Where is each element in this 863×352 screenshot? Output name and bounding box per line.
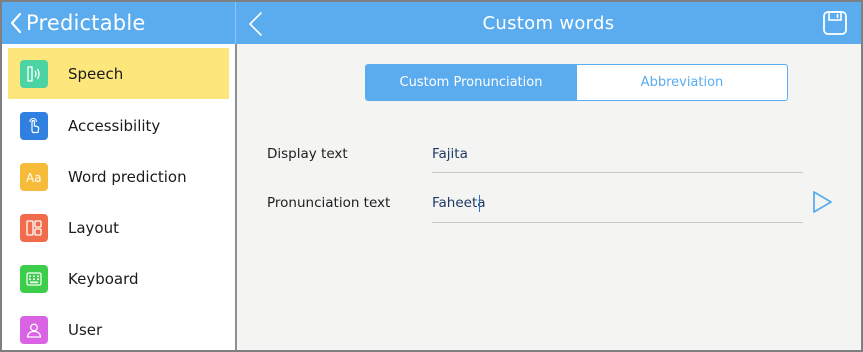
sidebar-item-word-prediction[interactable]: Aa Word prediction [8, 151, 229, 202]
keyboard-icon [20, 264, 48, 293]
pronunciation-text-underline [432, 222, 803, 223]
pronunciation-text-input[interactable] [432, 194, 803, 212]
sidebar-item-layout[interactable]: Layout [8, 202, 229, 253]
top-bar: Predictable Custom words [2, 2, 861, 44]
app-window: Predictable Custom words Speech Accessib… [0, 0, 863, 352]
back-chevron-icon[interactable] [246, 10, 264, 38]
tab-abbreviation[interactable]: Abbreviation [576, 65, 787, 100]
svg-text:Aa: Aa [26, 171, 42, 185]
main-panel: Custom Pronunciation Abbreviation Displa… [237, 44, 861, 350]
text-caret [479, 195, 480, 212]
speech-icon [20, 59, 48, 88]
sidebar-item-accessibility[interactable]: Accessibility [8, 100, 229, 151]
sidebar-item-label: Layout [68, 218, 119, 237]
user-icon [20, 315, 48, 344]
sidebar-item-label: Speech [68, 64, 124, 83]
sidebar: Speech Accessibility Aa Word prediction [2, 44, 235, 350]
pronunciation-text-label: Pronunciation text [267, 195, 391, 211]
app-back-button[interactable]: Predictable [8, 8, 145, 38]
sidebar-item-user[interactable]: User [8, 304, 229, 350]
tab-custom-pronunciation[interactable]: Custom Pronunciation [366, 65, 576, 100]
sidebar-item-label: Keyboard [68, 269, 139, 288]
sidebar-item-speech[interactable]: Speech [8, 48, 229, 99]
display-text-label: Display text [267, 146, 348, 162]
touch-hand-icon [20, 111, 48, 140]
page-title: Custom words [482, 12, 615, 34]
sidebar-item-keyboard[interactable]: Keyboard [8, 253, 229, 304]
play-icon[interactable] [810, 189, 834, 215]
sidebar-item-label: Accessibility [68, 116, 161, 135]
text-aa-icon: Aa [20, 162, 48, 191]
save-icon[interactable] [822, 10, 848, 36]
sidebar-item-label: Word prediction [68, 167, 187, 186]
sidebar-item-label: User [68, 320, 103, 339]
segmented-control: Custom Pronunciation Abbreviation [365, 64, 788, 101]
display-text-input[interactable] [432, 145, 803, 163]
app-back-label: Predictable [26, 11, 146, 35]
chevron-left-icon [10, 12, 22, 34]
display-text-underline [432, 172, 803, 173]
layout-icon [20, 213, 48, 242]
